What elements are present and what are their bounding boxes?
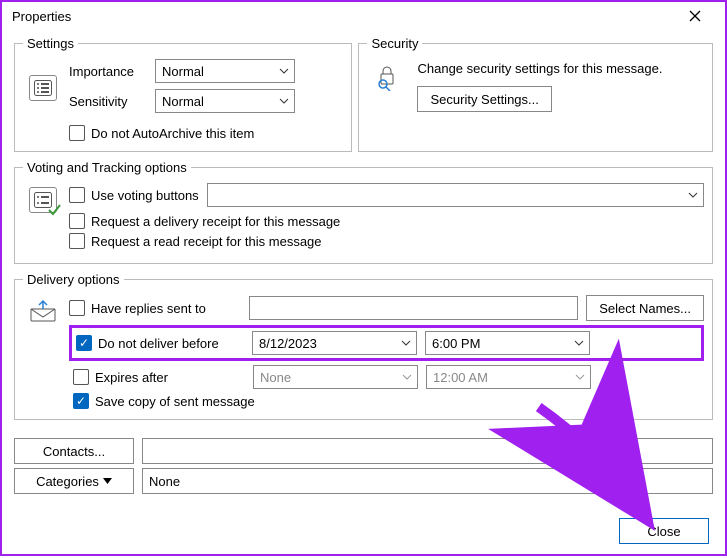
delivery-receipt-checkbox[interactable]: Request a delivery receipt for this mess… [69,213,704,229]
properties-dialog: Properties Settings [0,0,727,556]
contacts-button[interactable]: Contacts... [14,438,134,464]
sensitivity-select[interactable]: Normal [155,89,295,113]
categories-button[interactable]: Categories [14,468,134,494]
replies-to-field[interactable] [249,296,578,320]
titlebar: Properties [2,2,725,30]
lock-icon [367,59,407,112]
autoarchive-checkbox[interactable]: Do not AutoArchive this item [69,125,295,141]
settings-group: Settings Importance [14,36,352,152]
voting-icon [23,183,63,253]
voting-options-select[interactable] [207,183,704,207]
window-title: Properties [12,9,675,24]
importance-select[interactable]: Normal [155,59,295,83]
chevron-down-icon [570,366,590,388]
security-desc: Change security settings for this messag… [417,61,704,76]
dnd-time-select[interactable]: 6:00 PM [425,331,590,355]
chevron-down-icon [396,332,416,354]
delivery-legend: Delivery options [23,272,124,287]
delivery-options-group: Delivery options Have replies sent to [14,272,713,420]
expires-time-select[interactable]: 12:00 AM [426,365,591,389]
chevron-down-icon [569,332,589,354]
chevron-down-icon [683,184,703,206]
close-button[interactable]: Close [619,518,709,544]
expires-after-checkbox[interactable]: Expires after [73,369,245,385]
save-copy-checkbox[interactable]: ✓ Save copy of sent message [73,393,704,409]
security-group: Security Change security settings for th… [358,36,713,152]
chevron-down-icon [274,60,294,82]
outbox-icon [23,295,63,409]
expires-date-select[interactable]: None [253,365,418,389]
chevron-down-icon [397,366,417,388]
security-settings-button[interactable]: Security Settings... [417,86,551,112]
do-not-deliver-row: ✓ Do not deliver before 8/12/2023 6:00 P… [69,325,704,361]
use-voting-checkbox[interactable]: Use voting buttons [69,187,199,203]
voting-legend: Voting and Tracking options [23,160,191,175]
categories-field[interactable]: None [142,468,713,494]
dropdown-triangle-icon [103,478,112,484]
dnd-date-select[interactable]: 8/12/2023 [252,331,417,355]
sensitivity-label: Sensitivity [69,94,149,109]
read-receipt-checkbox[interactable]: Request a read receipt for this message [69,233,704,249]
contacts-field[interactable] [142,438,713,464]
settings-legend: Settings [23,36,78,51]
checkbox-box [69,125,85,141]
select-names-button[interactable]: Select Names... [586,295,704,321]
importance-label: Importance [69,64,149,79]
have-replies-checkbox[interactable]: Have replies sent to [69,300,241,316]
settings-icon [23,71,63,101]
security-legend: Security [367,36,422,51]
voting-tracking-group: Voting and Tracking options [14,160,713,264]
chevron-down-icon [274,90,294,112]
window-close-button[interactable] [675,2,715,30]
do-not-deliver-checkbox[interactable]: ✓ Do not deliver before [76,335,244,351]
